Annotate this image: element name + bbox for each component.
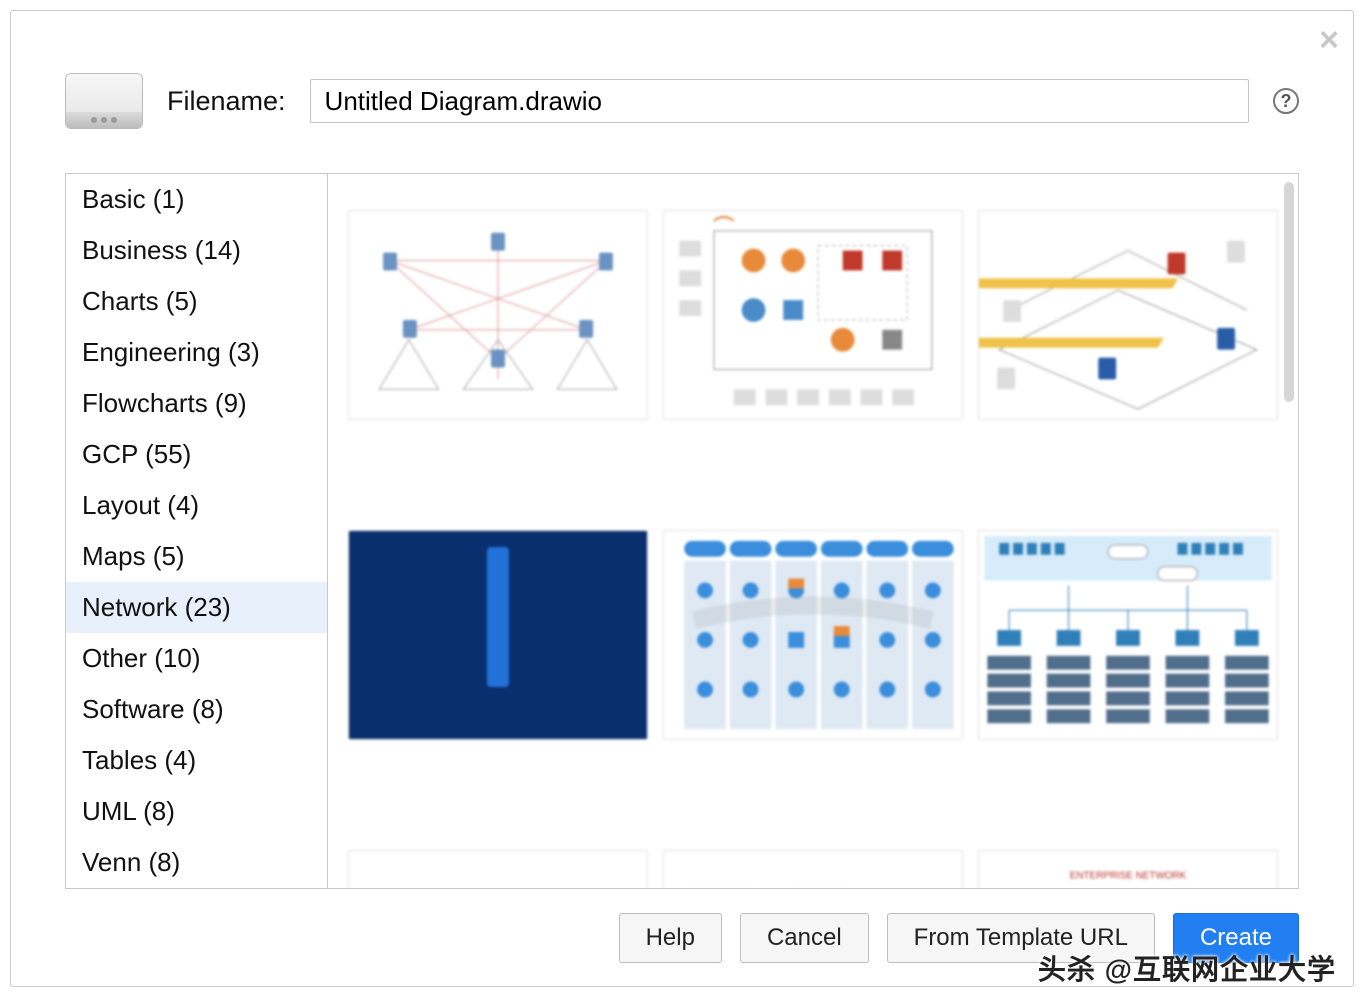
template-thumb[interactable] [978, 210, 1278, 420]
template-thumb[interactable] [663, 530, 963, 740]
help-button[interactable]: Help [619, 913, 722, 963]
sidebar-item[interactable]: Network (23) [66, 582, 327, 633]
template-thumb[interactable] [348, 210, 648, 420]
close-icon[interactable]: × [1319, 23, 1339, 57]
device-icon [65, 73, 143, 129]
cancel-button[interactable]: Cancel [740, 913, 869, 963]
template-thumb[interactable] [348, 530, 648, 740]
from-template-url-button[interactable]: From Template URL [887, 913, 1155, 963]
sidebar-item[interactable]: Charts (5) [66, 276, 327, 327]
template-thumb[interactable]: ENTERPRISE NETWORK [978, 850, 1278, 888]
new-diagram-dialog: × Filename: ? Basic (1)Business (14)Char… [10, 10, 1354, 987]
sidebar-item[interactable]: UML (8) [66, 786, 327, 837]
sidebar-item[interactable]: Flowcharts (9) [66, 378, 327, 429]
category-sidebar: Basic (1)Business (14)Charts (5)Engineer… [66, 174, 328, 888]
sidebar-item[interactable]: Other (10) [66, 633, 327, 684]
sidebar-item[interactable]: Venn (8) [66, 837, 327, 888]
sidebar-item[interactable]: Tables (4) [66, 735, 327, 786]
sidebar-item[interactable]: Layout (4) [66, 480, 327, 531]
sidebar-item[interactable]: GCP (55) [66, 429, 327, 480]
sidebar-item[interactable]: Business (14) [66, 225, 327, 276]
help-icon[interactable]: ? [1273, 88, 1299, 114]
template-thumb[interactable] [978, 530, 1278, 740]
sidebar-item[interactable]: Engineering (3) [66, 327, 327, 378]
filename-input[interactable] [310, 79, 1249, 123]
button-row: Help Cancel From Template URL Create [11, 889, 1353, 963]
content-panel: Basic (1)Business (14)Charts (5)Engineer… [65, 173, 1299, 889]
svg-text:ENTERPRISE NETWORK: ENTERPRISE NETWORK [1069, 871, 1186, 882]
template-thumb[interactable] [348, 850, 648, 888]
template-thumb[interactable] [663, 210, 963, 420]
template-thumb[interactable] [663, 850, 963, 888]
sidebar-item[interactable]: Software (8) [66, 684, 327, 735]
create-button[interactable]: Create [1173, 913, 1299, 963]
scrollbar[interactable] [1284, 182, 1294, 402]
sidebar-item[interactable]: Maps (5) [66, 531, 327, 582]
sidebar-item[interactable]: Basic (1) [66, 174, 327, 225]
header-row: Filename: ? [11, 11, 1353, 149]
template-grid: ENTERPRISE NETWORK [328, 174, 1298, 888]
filename-label: Filename: [167, 86, 286, 117]
